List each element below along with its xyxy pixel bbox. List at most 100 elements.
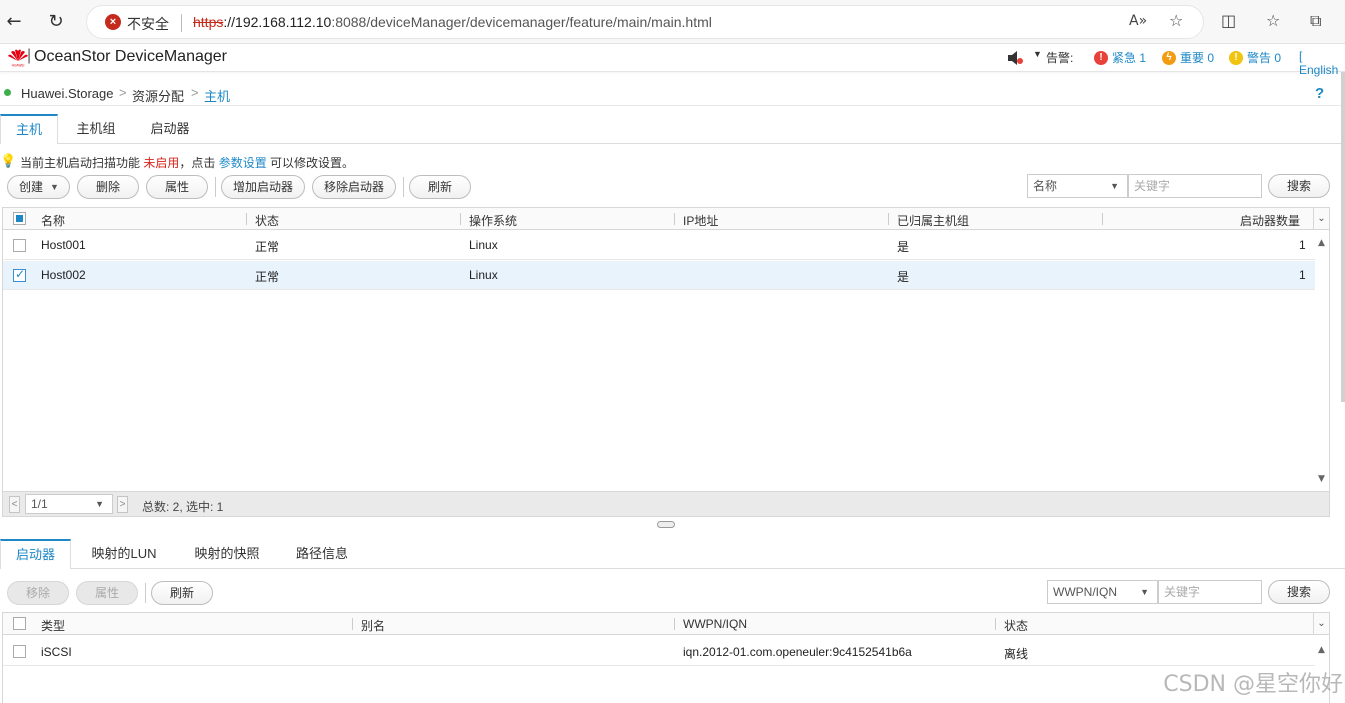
initiator-keyword-input[interactable]: 关键字: [1158, 580, 1262, 604]
scroll-up-icon[interactable]: ▲: [1318, 238, 1325, 248]
tab-mapped-snapshot[interactable]: 映射的快照: [182, 539, 272, 569]
split-screen-icon[interactable]: ◫: [1221, 11, 1236, 30]
col-status[interactable]: 状态: [255, 212, 279, 229]
refresh-button[interactable]: 刷新: [409, 175, 471, 199]
col-initiator-count[interactable]: 启动器数量: [1240, 212, 1300, 229]
initiator-properties-button[interactable]: 属性: [76, 581, 138, 605]
col-ip[interactable]: IP地址: [683, 212, 718, 229]
host-os: Linux: [469, 268, 498, 282]
tab-host[interactable]: 主机: [0, 114, 58, 144]
initiator-filter-select[interactable]: WWPN/IQN ▼: [1047, 580, 1158, 604]
row-checkbox[interactable]: [13, 239, 26, 252]
initiator-type: iSCSI: [41, 645, 72, 659]
col-divider[interactable]: [995, 618, 996, 630]
table-row[interactable]: iSCSI iqn.2012-01.com.openeuler:9c415254…: [3, 636, 1315, 666]
row-checkbox[interactable]: ✓: [13, 267, 26, 282]
column-chooser-icon[interactable]: ⌄: [1313, 613, 1329, 634]
breadcrumb-resource[interactable]: 资源分配: [132, 86, 184, 105]
col-divider[interactable]: [460, 213, 461, 225]
storage-status-icon: [4, 89, 11, 96]
col-initiator-status[interactable]: 状态: [1004, 617, 1028, 634]
column-chooser-icon[interactable]: ⌄: [1313, 208, 1329, 229]
col-divider[interactable]: [674, 618, 675, 630]
col-divider[interactable]: [1102, 213, 1103, 225]
search-button[interactable]: 搜索: [1268, 174, 1330, 198]
select-all-checkbox[interactable]: [13, 212, 26, 225]
row-checkbox[interactable]: [13, 645, 26, 658]
next-page-icon[interactable]: >: [117, 496, 128, 513]
col-divider[interactable]: [352, 618, 353, 630]
host-status: 正常: [255, 270, 280, 284]
host-initiator-count: 1: [1299, 238, 1306, 252]
reload-icon[interactable]: ↻: [44, 10, 68, 34]
collections-icon[interactable]: ⧉: [1310, 11, 1321, 31]
favorites-icon[interactable]: ☆: [1266, 11, 1280, 30]
back-icon[interactable]: ←: [2, 10, 26, 34]
create-button[interactable]: 创建 ▼: [7, 175, 70, 199]
tab-initiator[interactable]: 启动器: [140, 114, 200, 144]
pager: < 1/1 ▼ > 总数: 2, 选中: 1: [2, 491, 1330, 517]
properties-button[interactable]: 属性: [146, 175, 208, 199]
delete-button[interactable]: 删除: [77, 175, 139, 199]
host-name: Host001: [41, 238, 86, 252]
scroll-down-icon[interactable]: ▼: [1318, 474, 1325, 484]
toolbar-divider: [215, 177, 216, 197]
remove-initiator-button[interactable]: 移除启动器: [312, 175, 396, 199]
keyword-input[interactable]: 关键字: [1128, 174, 1262, 198]
prev-page-icon[interactable]: <: [9, 496, 20, 513]
breadcrumb-root[interactable]: Huawei.Storage: [21, 86, 114, 101]
address-bar[interactable]: × 不安全 https://192.168.112.10:8088/device…: [86, 5, 1204, 39]
chevron-down-icon: ▼: [50, 182, 59, 192]
col-alias[interactable]: 别名: [361, 617, 385, 634]
col-wwpn-iqn[interactable]: WWPN/IQN: [683, 617, 747, 631]
favorite-star-icon[interactable]: ☆: [1169, 11, 1183, 30]
initiator-refresh-button[interactable]: 刷新: [151, 581, 213, 605]
select-all-checkbox[interactable]: [13, 617, 26, 630]
initiator-search-button[interactable]: 搜索: [1268, 580, 1330, 604]
col-name[interactable]: 名称: [41, 212, 65, 229]
remove-initiator-button[interactable]: 移除: [7, 581, 69, 605]
tip-prefix: 当前主机启动扫描功能: [20, 156, 144, 170]
sound-dropdown-icon[interactable]: ▼: [1033, 49, 1042, 59]
host-status: 正常: [255, 240, 280, 254]
tip-middle: ，点击: [179, 156, 219, 170]
tab-host-group[interactable]: 主机组: [66, 114, 126, 144]
col-divider[interactable]: [888, 213, 889, 225]
tip-suffix: 可以修改设置。: [266, 156, 355, 170]
help-icon[interactable]: ?: [1315, 85, 1324, 102]
panel-splitter-handle[interactable]: [657, 521, 675, 528]
major-alarm-count: 重要 0: [1180, 51, 1215, 65]
url-text[interactable]: https://192.168.112.10:8088/deviceManage…: [193, 14, 712, 30]
tab-initiators[interactable]: 启动器: [0, 539, 71, 569]
url-protocol: https: [193, 14, 224, 30]
page-scrollbar[interactable]: [1341, 72, 1345, 402]
tip-settings-link[interactable]: 参数设置: [219, 156, 267, 170]
table-row[interactable]: ✓ Host002 正常 Linux 是 1: [3, 261, 1315, 290]
host-detail-tabs: 启动器 映射的LUN 映射的快照 路径信息: [0, 539, 1345, 569]
add-initiator-button[interactable]: 增加启动器: [221, 175, 305, 199]
sound-mute-icon[interactable]: [1005, 48, 1025, 68]
critical-alarm[interactable]: ! 紧急 1: [1094, 49, 1146, 66]
language-switch[interactable]: [ English: [1299, 49, 1345, 77]
breadcrumb-current: 主机: [204, 89, 231, 104]
col-divider[interactable]: [246, 213, 247, 225]
col-host-group[interactable]: 已归属主机组: [897, 212, 969, 229]
host-os: Linux: [469, 238, 498, 252]
warning-alarm[interactable]: ! 警告 0: [1229, 49, 1281, 66]
table-row[interactable]: Host001 正常 Linux 是 1: [3, 231, 1315, 260]
col-os[interactable]: 操作系统: [469, 212, 517, 229]
col-type[interactable]: 类型: [41, 617, 65, 634]
host-table-header: 名称 状态 操作系统 IP地址 已归属主机组 启动器数量 ⌄: [3, 208, 1329, 230]
initiator-iqn: iqn.2012-01.com.openeuler:9c4152541b6a: [683, 645, 912, 659]
col-divider[interactable]: [674, 213, 675, 225]
read-aloud-icon[interactable]: A»: [1129, 13, 1147, 29]
major-alarm[interactable]: ϟ 重要 0: [1162, 49, 1214, 66]
tab-mapped-lun[interactable]: 映射的LUN: [82, 539, 166, 569]
insecure-warning-icon: ×: [105, 14, 121, 30]
scroll-up-icon[interactable]: ▲: [1318, 645, 1325, 655]
tab-path-info[interactable]: 路径信息: [284, 539, 360, 569]
svg-text:HUAWEI: HUAWEI: [12, 64, 25, 68]
page-select[interactable]: 1/1 ▼: [25, 494, 113, 514]
url-path: :8088/deviceManager/devicemanager/featur…: [331, 14, 712, 30]
filter-field-select[interactable]: 名称 ▼: [1027, 174, 1128, 198]
